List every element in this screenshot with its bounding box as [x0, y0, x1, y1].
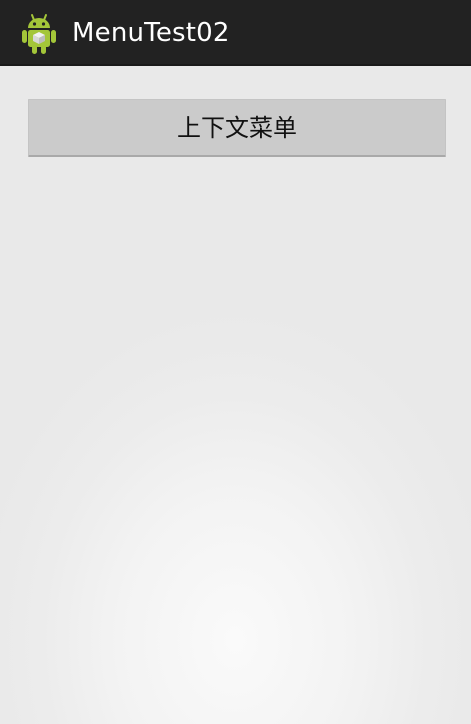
main-content: 上下文菜单 [0, 66, 471, 724]
app-title: MenuTest02 [72, 18, 230, 48]
context-menu-button[interactable]: 上下文菜单 [28, 99, 446, 157]
action-bar: MenuTest02 [0, 0, 471, 66]
android-robot-icon[interactable] [22, 12, 56, 54]
